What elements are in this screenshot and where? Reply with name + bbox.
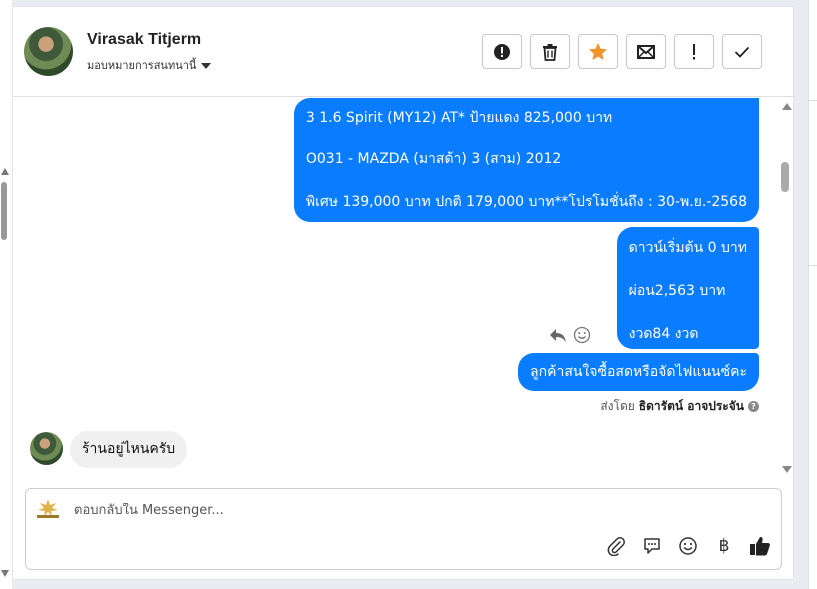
- contact-avatar-small: [30, 432, 63, 465]
- envelope-icon: [637, 44, 655, 59]
- emoji-icon: [679, 537, 697, 555]
- star-icon: [589, 43, 607, 60]
- email-button[interactable]: [626, 34, 666, 69]
- reply-input[interactable]: [74, 503, 674, 518]
- delete-button[interactable]: [530, 34, 570, 69]
- sent-by-label: ส่งโดย: [600, 399, 635, 413]
- thumbs-up-icon: [750, 537, 770, 556]
- outgoing-message[interactable]: ดาวน์เริ่มต้น 0 บาท ผ่อน2,563 บาท งวด84 …: [616, 227, 759, 349]
- scroll-down-arrow-icon[interactable]: [1, 570, 9, 577]
- conversation-panel: Virasak Titjerm มอบหมายการสนทนานี้ 3 1.6…: [12, 6, 795, 580]
- help-icon[interactable]: ?: [748, 401, 759, 412]
- spam-button[interactable]: [482, 34, 522, 69]
- assign-conversation-dropdown[interactable]: มอบหมายการสนทนานี้: [87, 56, 212, 74]
- message-line: งวด84 งวด: [628, 326, 699, 342]
- alert-circle-icon: [494, 43, 510, 60]
- conversation-header: Virasak Titjerm มอบหมายการสนทนานี้: [13, 7, 795, 97]
- contact-avatar[interactable]: [24, 27, 73, 76]
- sent-by-note: ส่งโดย ธิดารัตน์ อาจประจัน ?: [600, 397, 759, 416]
- message-line: ผ่อน2,563 บาท: [628, 283, 726, 299]
- sent-by-name: ธิดารัตน์ อาจประจัน: [638, 399, 744, 413]
- follow-up-button[interactable]: [674, 34, 714, 69]
- right-side-panel: [808, 0, 817, 589]
- message-line: ดาวน์เริ่มต้น 0 บาท: [628, 240, 747, 256]
- reply-composer: ฿: [25, 488, 782, 570]
- trash-icon: [543, 43, 557, 61]
- attach-button[interactable]: [605, 535, 627, 557]
- incoming-message[interactable]: ร้านอยู่ไหนครับ: [70, 431, 188, 468]
- message-line: O031 - MAZDA (มาสด้า) 3 (สาม) 2012: [305, 151, 562, 167]
- scroll-up-arrow-icon[interactable]: [782, 103, 792, 110]
- exclamation-icon: [693, 43, 695, 59]
- message-list[interactable]: 3 1.6 Spirit (MY12) AT* ป้ายแดง 825,000 …: [13, 98, 783, 478]
- like-button[interactable]: [749, 535, 771, 557]
- message-scrollbar[interactable]: [779, 98, 793, 478]
- composer-tools: ฿: [605, 535, 771, 557]
- scroll-thumb[interactable]: [781, 162, 789, 192]
- saved-replies-button[interactable]: [641, 535, 663, 557]
- emoji-button[interactable]: [677, 535, 699, 557]
- header-actions: [482, 34, 762, 69]
- divider: [809, 100, 817, 101]
- message-line: พิเศษ 139,000 บาท ปกติ 179,000 บาท**โปรโ…: [305, 194, 747, 210]
- message-line: 3 1.6 Spirit (MY12) AT* ป้ายแดง 825,000 …: [305, 110, 613, 126]
- message-hover-tools: [549, 326, 591, 344]
- baht-icon: ฿: [718, 536, 730, 556]
- outgoing-message[interactable]: 3 1.6 Spirit (MY12) AT* ป้ายแดง 825,000 …: [293, 98, 759, 222]
- page-logo-icon: [37, 499, 59, 518]
- chevron-down-icon: [201, 62, 212, 69]
- paperclip-icon: [607, 537, 625, 556]
- star-button[interactable]: [578, 34, 618, 69]
- scroll-up-arrow-icon[interactable]: [1, 168, 9, 175]
- reply-icon[interactable]: [549, 327, 567, 343]
- scroll-down-arrow-icon[interactable]: [782, 466, 792, 473]
- message-line: ลูกค้าสนใจซื้อสดหรือจัดไฟแนนซ์คะ: [530, 364, 747, 380]
- check-icon: [734, 46, 750, 58]
- divider: [809, 265, 817, 266]
- chat-bubble-icon: [644, 538, 660, 554]
- contact-name[interactable]: Virasak Titjerm: [87, 31, 201, 49]
- emoji-reaction-icon[interactable]: [573, 326, 591, 344]
- scroll-thumb[interactable]: [1, 182, 7, 240]
- outer-scrollbar[interactable]: [0, 0, 12, 589]
- done-button[interactable]: [722, 34, 762, 69]
- assign-label: มอบหมายการสนทนานี้: [87, 59, 197, 72]
- payment-button[interactable]: ฿: [713, 535, 735, 557]
- outgoing-message[interactable]: ลูกค้าสนใจซื้อสดหรือจัดไฟแนนซ์คะ: [518, 353, 759, 391]
